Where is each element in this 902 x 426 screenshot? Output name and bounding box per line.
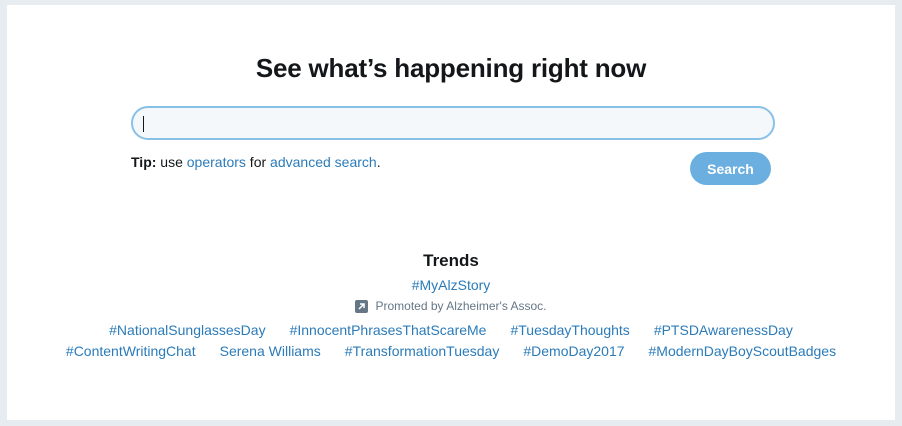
trend-link[interactable]: #ContentWritingChat <box>66 341 196 362</box>
search-tip: Tip: use operators for advanced search. <box>131 154 381 170</box>
promoted-line: Promoted by Alzheimer's Assoc. <box>7 298 895 314</box>
trend-link[interactable]: Serena Williams <box>220 341 321 362</box>
trend-row-2: #ContentWritingChat Serena Williams #Tra… <box>7 341 895 362</box>
tip-text-2: for <box>245 154 271 170</box>
trends-title: Trends <box>423 251 479 270</box>
trend-link[interactable]: #PTSDAwarenessDay <box>654 320 793 341</box>
search-button[interactable]: Search <box>690 152 771 185</box>
trend-row-1: #NationalSunglassesDay #InnocentPhrasesT… <box>7 320 895 341</box>
operators-link[interactable]: operators <box>187 154 246 170</box>
page-title: See what’s happening right now <box>255 53 647 83</box>
trend-link[interactable]: #NationalSunglassesDay <box>109 320 265 341</box>
text-cursor <box>143 116 144 132</box>
promoted-trend-link[interactable]: #MyAlzStory <box>7 277 895 294</box>
tip-text-1: use <box>156 154 187 170</box>
tip-label: Tip: <box>131 154 157 170</box>
trend-link[interactable]: #ModernDayBoyScoutBadges <box>649 341 837 362</box>
search-home-card: See what’s happening right now Tip: use … <box>7 5 895 420</box>
trend-link[interactable]: #TransformationTuesday <box>345 341 500 362</box>
promoted-arrow-icon <box>355 299 369 313</box>
trend-link[interactable]: #TuesdayThoughts <box>510 320 629 341</box>
trends-section: Trends #MyAlzStory Promoted by Alzheimer… <box>7 250 895 362</box>
advanced-search-link[interactable]: advanced search <box>270 154 377 170</box>
tip-text-3: . <box>376 154 381 170</box>
search-input[interactable] <box>131 106 775 140</box>
promoted-by-text: Promoted by Alzheimer's Assoc. <box>375 299 547 313</box>
trend-link[interactable]: #InnocentPhrasesThatScareMe <box>290 320 487 341</box>
trend-link[interactable]: #DemoDay2017 <box>523 341 624 362</box>
